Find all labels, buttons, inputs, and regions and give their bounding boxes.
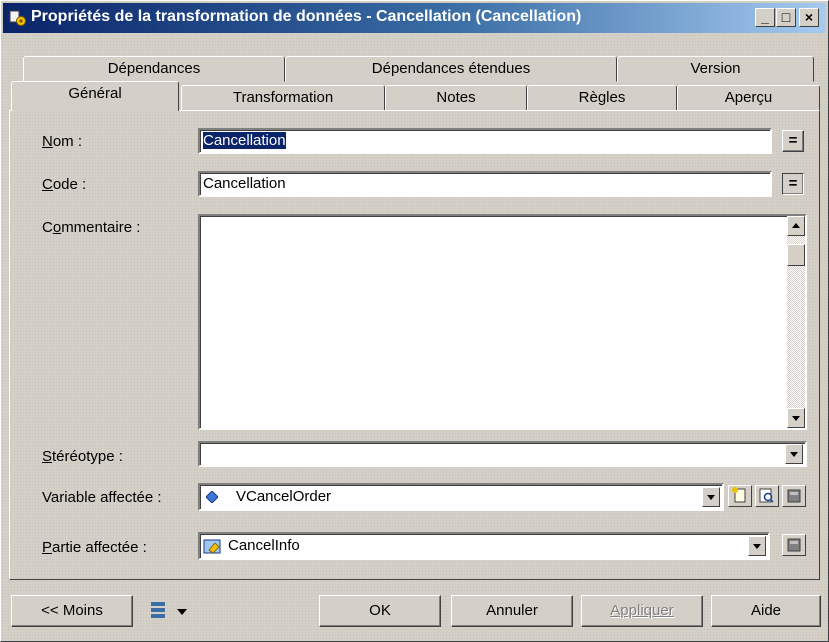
code-label: Code : xyxy=(42,176,87,193)
less-label: << Moins xyxy=(41,602,103,619)
browse-icon xyxy=(759,488,774,503)
partie-value: CancelInfo xyxy=(228,537,300,554)
name-equals-button[interactable]: = xyxy=(782,130,804,152)
maximize-icon: □ xyxy=(781,9,791,25)
code-value: Cancellation xyxy=(203,175,286,192)
ok-label: OK xyxy=(369,602,391,619)
properties-gear-icon xyxy=(9,10,26,26)
stereotype-combobox[interactable] xyxy=(198,441,807,467)
scroll-up-button[interactable] xyxy=(787,216,805,236)
general-panel: Nom : Cancellation = Code : Cancellation… xyxy=(9,110,820,580)
cancel-button[interactable]: Annuler xyxy=(451,595,573,627)
minimize-button[interactable]: _ xyxy=(755,8,775,27)
view-menu-button[interactable] xyxy=(147,599,205,623)
variable-label: Variable affectée : xyxy=(42,489,162,506)
chevron-down-icon xyxy=(707,495,715,500)
code-equals-button[interactable]: = xyxy=(782,173,804,195)
comment-label: Commentaire : xyxy=(42,219,141,236)
tab-dependances[interactable]: Dépendances xyxy=(23,56,285,82)
maximize-button[interactable]: □ xyxy=(776,8,796,27)
variable-combobox[interactable]: VCancelOrder xyxy=(198,483,724,511)
tab-regles[interactable]: Règles xyxy=(527,85,677,111)
properties-dialog: Propriétés de la transformation de donné… xyxy=(0,0,829,642)
tab-version[interactable]: Version xyxy=(617,56,814,82)
name-field[interactable]: Cancellation xyxy=(198,128,772,154)
variable-diamond-icon xyxy=(206,491,218,503)
tab-notes[interactable]: Notes xyxy=(385,85,527,111)
browse-object-button[interactable] xyxy=(755,485,779,507)
window-title: Propriétés de la transformation de donné… xyxy=(31,8,582,25)
chevron-down-icon xyxy=(753,544,761,549)
comment-scrollbar[interactable] xyxy=(787,216,805,428)
scroll-thumb[interactable] xyxy=(787,244,805,266)
name-label: Nom : xyxy=(42,133,83,150)
partie-properties-button[interactable] xyxy=(782,534,806,556)
close-icon: × xyxy=(804,9,814,25)
variable-dropdown-button[interactable] xyxy=(702,487,720,507)
apply-label: Appliquer xyxy=(610,602,674,619)
properties-icon xyxy=(787,489,801,503)
chevron-down-icon xyxy=(790,452,798,457)
tab-label: Transformation xyxy=(232,89,334,106)
ok-button[interactable]: OK xyxy=(319,595,441,627)
help-label: Aide xyxy=(750,602,782,619)
tab-label: Règles xyxy=(578,89,626,106)
help-button[interactable]: Aide xyxy=(711,595,821,627)
minimize-icon: _ xyxy=(761,9,769,25)
tab-apercu[interactable]: Aperçu xyxy=(677,85,820,111)
stereotype-label: Stéréotype : xyxy=(42,448,123,465)
name-value: Cancellation xyxy=(203,132,286,149)
tab-label: Version xyxy=(690,60,741,77)
variable-value: VCancelOrder xyxy=(236,488,332,505)
tab-general[interactable]: Général xyxy=(11,81,179,111)
comment-textarea[interactable] xyxy=(198,214,807,430)
tab-label: Aperçu xyxy=(724,89,773,106)
stereotype-dropdown-button[interactable] xyxy=(785,444,803,464)
equals-icon: = xyxy=(788,132,798,149)
code-field[interactable]: Cancellation xyxy=(198,171,772,197)
partie-dropdown-button[interactable] xyxy=(748,536,766,556)
variable-properties-button[interactable] xyxy=(782,485,806,507)
title-bar[interactable]: Propriétés de la transformation de donné… xyxy=(3,3,826,33)
apply-button[interactable]: Appliquer xyxy=(581,595,703,627)
less-button[interactable]: << Moins xyxy=(11,595,133,627)
new-object-button[interactable] xyxy=(728,485,752,507)
new-document-icon xyxy=(732,487,746,503)
cancel-label: Annuler xyxy=(486,602,538,619)
tab-label: Dépendances étendues xyxy=(371,60,531,77)
partie-label: Partie affectée : xyxy=(42,539,147,556)
list-view-icon xyxy=(151,602,187,618)
tab-dependances-etendues[interactable]: Dépendances étendues xyxy=(285,56,617,82)
tab-label: Général xyxy=(68,85,122,102)
scroll-down-button[interactable] xyxy=(787,408,805,428)
folder-part-icon xyxy=(203,539,221,554)
properties-icon xyxy=(787,538,801,552)
tab-transformation[interactable]: Transformation xyxy=(181,85,385,111)
tab-label: Dépendances xyxy=(107,60,201,77)
arrow-up-icon xyxy=(792,223,800,228)
arrow-down-icon xyxy=(792,416,800,421)
partie-combobox[interactable]: CancelInfo xyxy=(198,532,770,560)
tab-label: Notes xyxy=(436,89,476,106)
equals-icon: = xyxy=(788,175,798,192)
close-button[interactable]: × xyxy=(799,8,819,27)
